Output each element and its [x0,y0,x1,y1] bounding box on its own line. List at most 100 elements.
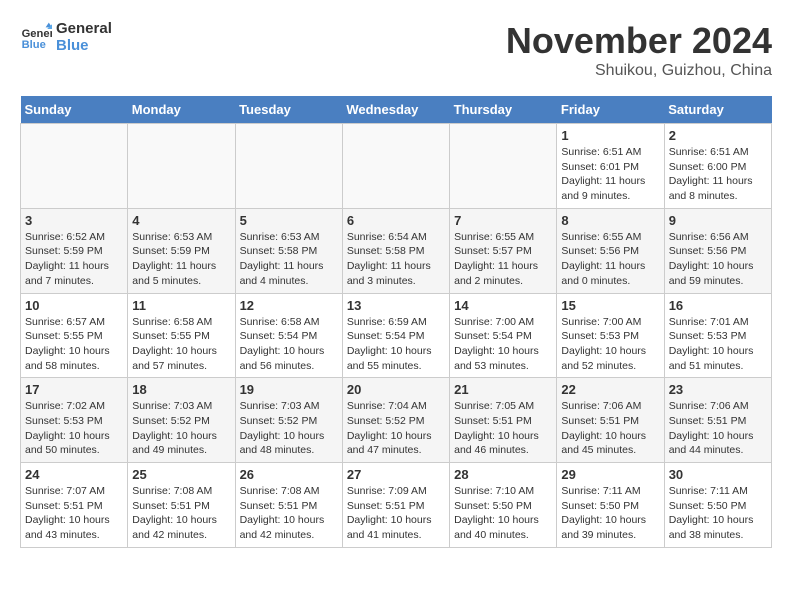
calendar-cell: 7 Sunrise: 6:55 AM Sunset: 5:57 PM Daylig… [450,208,557,293]
day-info: Sunrise: 7:03 AM Sunset: 5:52 PM Dayligh… [132,399,230,458]
calendar-cell [128,124,235,209]
day-info: Sunrise: 7:09 AM Sunset: 5:51 PM Dayligh… [347,484,445,543]
day-info: Sunrise: 6:58 AM Sunset: 5:55 PM Dayligh… [132,315,230,374]
day-info: Sunrise: 6:55 AM Sunset: 5:56 PM Dayligh… [561,230,659,289]
weekday-header-thursday: Thursday [450,96,557,124]
day-number: 16 [669,298,767,313]
calendar-cell: 26 Sunrise: 7:08 AM Sunset: 5:51 PM Dayli… [235,463,342,548]
day-info: Sunrise: 6:54 AM Sunset: 5:58 PM Dayligh… [347,230,445,289]
calendar-cell: 18 Sunrise: 7:03 AM Sunset: 5:52 PM Dayli… [128,378,235,463]
calendar-cell: 29 Sunrise: 7:11 AM Sunset: 5:50 PM Dayli… [557,463,664,548]
day-number: 14 [454,298,552,313]
day-number: 19 [240,382,338,397]
day-info: Sunrise: 6:51 AM Sunset: 6:01 PM Dayligh… [561,145,659,204]
calendar-week-3: 10Sunrise: 6:57 AM Sunset: 5:55 PM Dayli… [21,293,772,378]
day-number: 23 [669,382,767,397]
day-number: 15 [561,298,659,313]
calendar-cell: 23Sunrise: 7:06 AM Sunset: 5:51 PM Dayli… [664,378,771,463]
calendar-cell: 1 Sunrise: 6:51 AM Sunset: 6:01 PM Daylig… [557,124,664,209]
calendar-cell: 13Sunrise: 6:59 AM Sunset: 5:54 PM Dayli… [342,293,449,378]
day-info: Sunrise: 7:00 AM Sunset: 5:53 PM Dayligh… [561,315,659,374]
day-number: 29 [561,467,659,482]
day-number: 24 [25,467,123,482]
day-info: Sunrise: 7:02 AM Sunset: 5:53 PM Dayligh… [25,399,123,458]
calendar-cell: 22Sunrise: 7:06 AM Sunset: 5:51 PM Dayli… [557,378,664,463]
day-number: 6 [347,213,445,228]
day-info: Sunrise: 6:58 AM Sunset: 5:54 PM Dayligh… [240,315,338,374]
title-section: November 2024 Shuikou, Guizhou, China [506,20,772,80]
day-number: 17 [25,382,123,397]
weekday-header-saturday: Saturday [664,96,771,124]
day-info: Sunrise: 7:01 AM Sunset: 5:53 PM Dayligh… [669,315,767,374]
logo-icon: General Blue [20,21,52,53]
weekday-header-friday: Friday [557,96,664,124]
calendar-cell: 6 Sunrise: 6:54 AM Sunset: 5:58 PM Daylig… [342,208,449,293]
day-info: Sunrise: 6:53 AM Sunset: 5:58 PM Dayligh… [240,230,338,289]
weekday-header-sunday: Sunday [21,96,128,124]
day-number: 20 [347,382,445,397]
calendar-cell: 17 Sunrise: 7:02 AM Sunset: 5:53 PM Dayli… [21,378,128,463]
calendar-cell: 15 Sunrise: 7:00 AM Sunset: 5:53 PM Dayli… [557,293,664,378]
day-number: 18 [132,382,230,397]
day-info: Sunrise: 7:11 AM Sunset: 5:50 PM Dayligh… [561,484,659,543]
weekday-header-tuesday: Tuesday [235,96,342,124]
calendar-cell: 25 Sunrise: 7:08 AM Sunset: 5:51 PM Dayli… [128,463,235,548]
calendar-cell: 27 Sunrise: 7:09 AM Sunset: 5:51 PM Dayli… [342,463,449,548]
calendar-cell: 30 Sunrise: 7:11 AM Sunset: 5:50 PM Dayli… [664,463,771,548]
calendar-cell: 14 Sunrise: 7:00 AM Sunset: 5:54 PM Dayli… [450,293,557,378]
day-number: 3 [25,213,123,228]
calendar-cell: 16 Sunrise: 7:01 AM Sunset: 5:53 PM Dayli… [664,293,771,378]
calendar-cell: 4 Sunrise: 6:53 AM Sunset: 5:59 PM Daylig… [128,208,235,293]
svg-text:Blue: Blue [22,39,46,51]
day-info: Sunrise: 7:03 AM Sunset: 5:52 PM Dayligh… [240,399,338,458]
calendar-week-4: 17 Sunrise: 7:02 AM Sunset: 5:53 PM Dayli… [21,378,772,463]
calendar-cell [235,124,342,209]
day-info: Sunrise: 7:05 AM Sunset: 5:51 PM Dayligh… [454,399,552,458]
weekday-header-wednesday: Wednesday [342,96,449,124]
day-info: Sunrise: 7:06 AM Sunset: 5:51 PM Dayligh… [561,399,659,458]
calendar-cell: 8 Sunrise: 6:55 AM Sunset: 5:56 PM Daylig… [557,208,664,293]
day-number: 11 [132,298,230,313]
day-info: Sunrise: 6:55 AM Sunset: 5:57 PM Dayligh… [454,230,552,289]
calendar-cell: 20 Sunrise: 7:04 AM Sunset: 5:52 PM Dayli… [342,378,449,463]
calendar-table: SundayMondayTuesdayWednesdayThursdayFrid… [20,96,772,548]
day-info: Sunrise: 7:11 AM Sunset: 5:50 PM Dayligh… [669,484,767,543]
day-info: Sunrise: 6:59 AM Sunset: 5:54 PM Dayligh… [347,315,445,374]
calendar-cell: 19 Sunrise: 7:03 AM Sunset: 5:52 PM Dayli… [235,378,342,463]
location-subtitle: Shuikou, Guizhou, China [506,62,772,80]
day-number: 7 [454,213,552,228]
calendar-cell [21,124,128,209]
day-number: 21 [454,382,552,397]
day-info: Sunrise: 6:53 AM Sunset: 5:59 PM Dayligh… [132,230,230,289]
calendar-week-2: 3 Sunrise: 6:52 AM Sunset: 5:59 PM Daylig… [21,208,772,293]
day-info: Sunrise: 7:08 AM Sunset: 5:51 PM Dayligh… [240,484,338,543]
day-number: 27 [347,467,445,482]
day-info: Sunrise: 6:52 AM Sunset: 5:59 PM Dayligh… [25,230,123,289]
calendar-cell: 24 Sunrise: 7:07 AM Sunset: 5:51 PM Dayli… [21,463,128,548]
day-number: 10 [25,298,123,313]
day-number: 1 [561,128,659,143]
logo: General Blue General Blue [20,20,112,54]
day-number: 25 [132,467,230,482]
calendar-cell: 28Sunrise: 7:10 AM Sunset: 5:50 PM Dayli… [450,463,557,548]
day-number: 12 [240,298,338,313]
day-number: 30 [669,467,767,482]
day-info: Sunrise: 7:00 AM Sunset: 5:54 PM Dayligh… [454,315,552,374]
calendar-header-row: SundayMondayTuesdayWednesdayThursdayFrid… [21,96,772,124]
calendar-cell: 3 Sunrise: 6:52 AM Sunset: 5:59 PM Daylig… [21,208,128,293]
calendar-cell [342,124,449,209]
logo-line1: General [56,20,112,37]
day-info: Sunrise: 7:08 AM Sunset: 5:51 PM Dayligh… [132,484,230,543]
calendar-cell: 9Sunrise: 6:56 AM Sunset: 5:56 PM Daylig… [664,208,771,293]
calendar-week-1: 1 Sunrise: 6:51 AM Sunset: 6:01 PM Daylig… [21,124,772,209]
day-info: Sunrise: 7:07 AM Sunset: 5:51 PM Dayligh… [25,484,123,543]
day-info: Sunrise: 7:10 AM Sunset: 5:50 PM Dayligh… [454,484,552,543]
day-number: 4 [132,213,230,228]
day-number: 8 [561,213,659,228]
header: General Blue General Blue November 2024 … [20,20,772,80]
calendar-cell: 11 Sunrise: 6:58 AM Sunset: 5:55 PM Dayli… [128,293,235,378]
day-number: 2 [669,128,767,143]
day-info: Sunrise: 7:04 AM Sunset: 5:52 PM Dayligh… [347,399,445,458]
day-number: 26 [240,467,338,482]
day-number: 5 [240,213,338,228]
